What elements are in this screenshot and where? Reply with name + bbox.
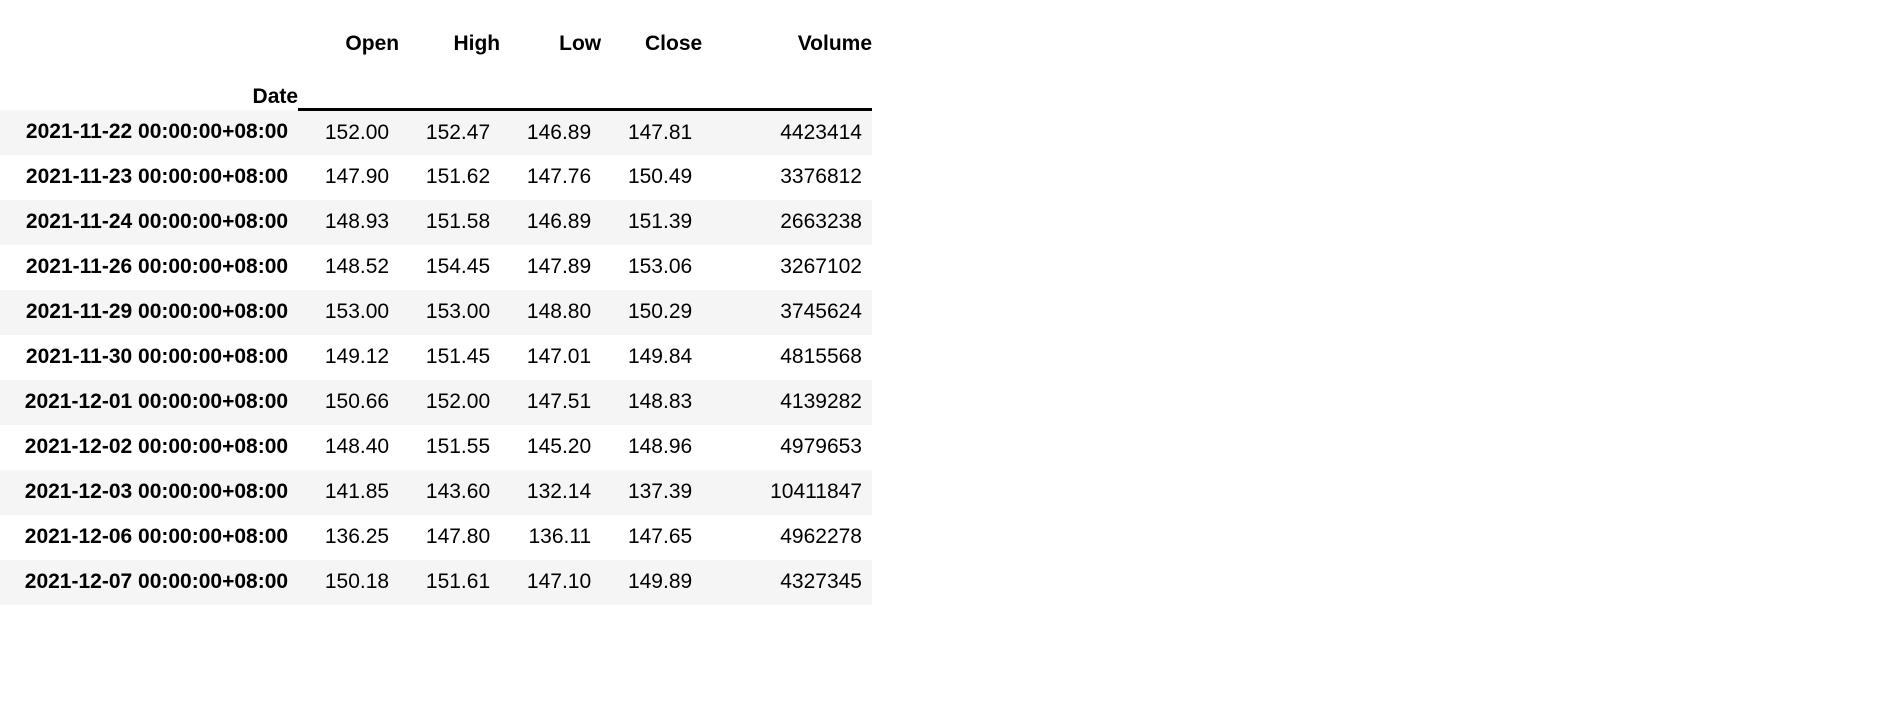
cell-open: 148.40	[324, 435, 390, 459]
cell-volume: 4962278	[780, 525, 862, 549]
cell-high: 152.00	[425, 390, 491, 414]
table-row[interactable]: 2021-12-03 00:00:00+08:00 141.85 143.60 132…	[0, 469, 872, 515]
cell-low: 147.01	[526, 345, 592, 369]
row-index-date: 2021-11-22 00:00:00+08:00	[25, 120, 289, 144]
cell-high: 147.80	[425, 525, 491, 549]
cell-close: 153.06	[627, 255, 693, 279]
dataframe-container: Open High Low Close Volume Date 2021-11-…	[0, 0, 880, 605]
cell-open: 149.12	[324, 345, 390, 369]
cell-close: 148.83	[627, 390, 693, 414]
cell-high: 151.45	[425, 345, 491, 369]
cell-open: 150.18	[324, 570, 390, 594]
column-header-volume[interactable]: Volume	[702, 0, 872, 56]
table-row[interactable]: 2021-11-26 00:00:00+08:00 148.52 154.45 147…	[0, 244, 872, 290]
index-row-blank-high	[399, 56, 501, 111]
index-row-blank-open	[298, 56, 400, 111]
cell-volume: 4139282	[780, 390, 862, 414]
row-index-date: 2021-12-06 00:00:00+08:00	[24, 525, 289, 549]
cell-high: 151.61	[425, 570, 491, 594]
row-index-date: 2021-12-07 00:00:00+08:00	[24, 570, 289, 594]
cell-close: 137.39	[627, 480, 693, 504]
row-index-date: 2021-12-02 00:00:00+08:00	[24, 435, 289, 459]
column-header-row: Open High Low Close Volume	[0, 0, 872, 56]
cell-high: 143.60	[425, 480, 491, 504]
table-header: Open High Low Close Volume Date	[0, 0, 872, 111]
cell-close: 149.84	[627, 345, 693, 369]
index-row-blank-volume	[702, 56, 872, 111]
cell-low: 147.51	[526, 390, 592, 414]
column-header-open[interactable]: Open	[298, 0, 399, 56]
cell-open: 141.85	[324, 480, 390, 504]
row-index-date: 2021-11-30 00:00:00+08:00	[25, 345, 289, 369]
cell-close: 147.81	[627, 121, 693, 145]
row-index-date: 2021-11-29 00:00:00+08:00	[25, 300, 289, 324]
cell-close: 150.29	[627, 300, 693, 324]
cell-close: 151.39	[627, 210, 693, 234]
cell-open: 148.52	[324, 255, 390, 279]
cell-open: 136.25	[324, 525, 390, 549]
cell-low: 132.14	[526, 480, 592, 504]
cell-volume: 2663238	[780, 210, 862, 234]
cell-low: 148.80	[526, 300, 592, 324]
cell-volume: 10411847	[770, 480, 862, 504]
cell-volume: 4815568	[780, 345, 862, 369]
cell-close: 147.65	[627, 525, 693, 549]
cell-high: 151.55	[425, 435, 491, 459]
cell-open: 148.93	[324, 210, 390, 234]
cell-open: 153.00	[324, 300, 390, 324]
index-row-blank-low	[500, 56, 602, 111]
cell-volume: 3376812	[780, 165, 862, 189]
cell-high: 154.45	[425, 255, 491, 279]
row-index-date: 2021-11-26 00:00:00+08:00	[25, 255, 289, 279]
column-header-close[interactable]: Close	[601, 0, 702, 56]
cell-high: 153.00	[425, 300, 491, 324]
cell-low: 146.89	[526, 210, 592, 234]
table-body: 2021-11-22 00:00:00+08:00 152.00 152.47 146…	[0, 109, 872, 605]
row-index-date: 2021-11-24 00:00:00+08:00	[25, 210, 289, 234]
index-row-blank-close	[601, 56, 703, 111]
cell-volume: 3267102	[780, 255, 862, 279]
table-row[interactable]: 2021-12-07 00:00:00+08:00 150.18 151.61 147…	[0, 559, 872, 605]
cell-close: 150.49	[627, 165, 693, 189]
index-name-row: Date	[0, 56, 872, 111]
row-index-date: 2021-12-01 00:00:00+08:00	[24, 390, 289, 414]
cell-volume: 4327345	[780, 570, 862, 594]
column-header-low[interactable]: Low	[500, 0, 601, 56]
cell-open: 152.00	[324, 121, 390, 145]
cell-volume: 3745624	[780, 300, 862, 324]
cell-high: 151.62	[425, 165, 491, 189]
cell-low: 147.10	[526, 570, 592, 594]
column-header-high[interactable]: High	[399, 0, 500, 56]
table-row[interactable]: 2021-11-30 00:00:00+08:00 149.12 151.45 147…	[0, 334, 872, 380]
cell-close: 149.89	[627, 570, 693, 594]
table-row[interactable]: 2021-12-02 00:00:00+08:00 148.40 151.55 145…	[0, 424, 872, 470]
cell-open: 147.90	[324, 165, 390, 189]
table-row[interactable]: 2021-11-24 00:00:00+08:00 148.93 151.58 146…	[0, 199, 872, 245]
table-row[interactable]: 2021-12-06 00:00:00+08:00 136.25 147.80 136…	[0, 514, 872, 560]
cell-low: 146.89	[526, 121, 592, 145]
row-index-date: 2021-12-03 00:00:00+08:00	[24, 480, 289, 504]
cell-low: 145.20	[526, 435, 592, 459]
index-name-label: Date	[252, 85, 299, 109]
cell-low: 147.76	[526, 165, 592, 189]
cell-volume: 4423414	[780, 121, 862, 145]
table-row[interactable]: 2021-11-23 00:00:00+08:00 147.90 151.62 147…	[0, 154, 872, 200]
table-row[interactable]: 2021-12-01 00:00:00+08:00 150.66 152.00 147…	[0, 379, 872, 425]
cell-open: 150.66	[324, 390, 390, 414]
cell-close: 148.96	[627, 435, 693, 459]
cell-low: 147.89	[526, 255, 592, 279]
row-index-date: 2021-11-23 00:00:00+08:00	[25, 165, 289, 189]
table-row[interactable]: 2021-11-22 00:00:00+08:00 152.00 152.47 146…	[0, 109, 872, 155]
cell-high: 152.47	[425, 121, 491, 145]
cell-low: 136.11	[528, 525, 592, 549]
ohlcv-dataframe-table: Open High Low Close Volume Date 2021-11-…	[0, 0, 872, 605]
cell-high: 151.58	[425, 210, 491, 234]
cell-volume: 4979653	[780, 435, 862, 459]
table-row[interactable]: 2021-11-29 00:00:00+08:00 153.00 153.00 148…	[0, 289, 872, 335]
header-corner-blank	[0, 0, 298, 56]
